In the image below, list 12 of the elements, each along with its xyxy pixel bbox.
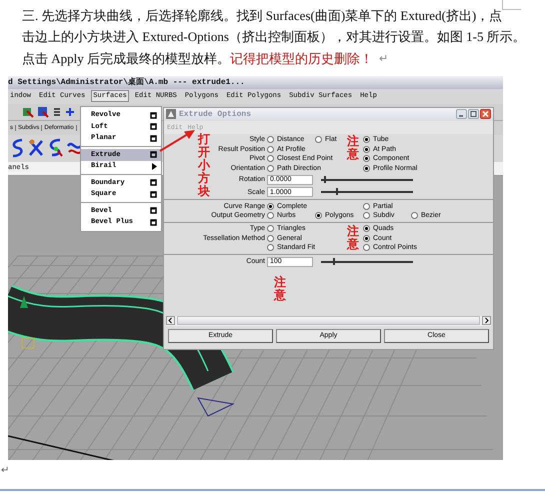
- warning-text: 记得把模型的历史删除！: [230, 50, 373, 68]
- annotation-text: 打开小方块: [198, 132, 210, 198]
- annotation-text: 注意: [347, 224, 359, 251]
- paragraph-text: 点击 Apply 后完成最终的模型放样。: [22, 50, 230, 68]
- paragraph-mark: ↵: [379, 52, 388, 66]
- annotation-text: 注意: [347, 134, 359, 161]
- paragraph-text: 击边上的小方块进入 Extured-Options（挤出控制面板），对其进行设置。如图 1-5 所示。: [22, 28, 526, 46]
- annotation-text: 注意: [274, 276, 286, 302]
- window-title: d Settings\Administrator\桌面\A.mb --- extrude1...: [8, 76, 503, 88]
- window-title: Extrude Options: [179, 110, 252, 118]
- paragraph-text: 三. 先选择方块曲线，后选择轮廓线。找到 Surfaces(曲面)菜单下的 Extured(挤出)，点: [22, 6, 502, 25]
- paragraph-mark: ↵: [1, 464, 9, 476]
